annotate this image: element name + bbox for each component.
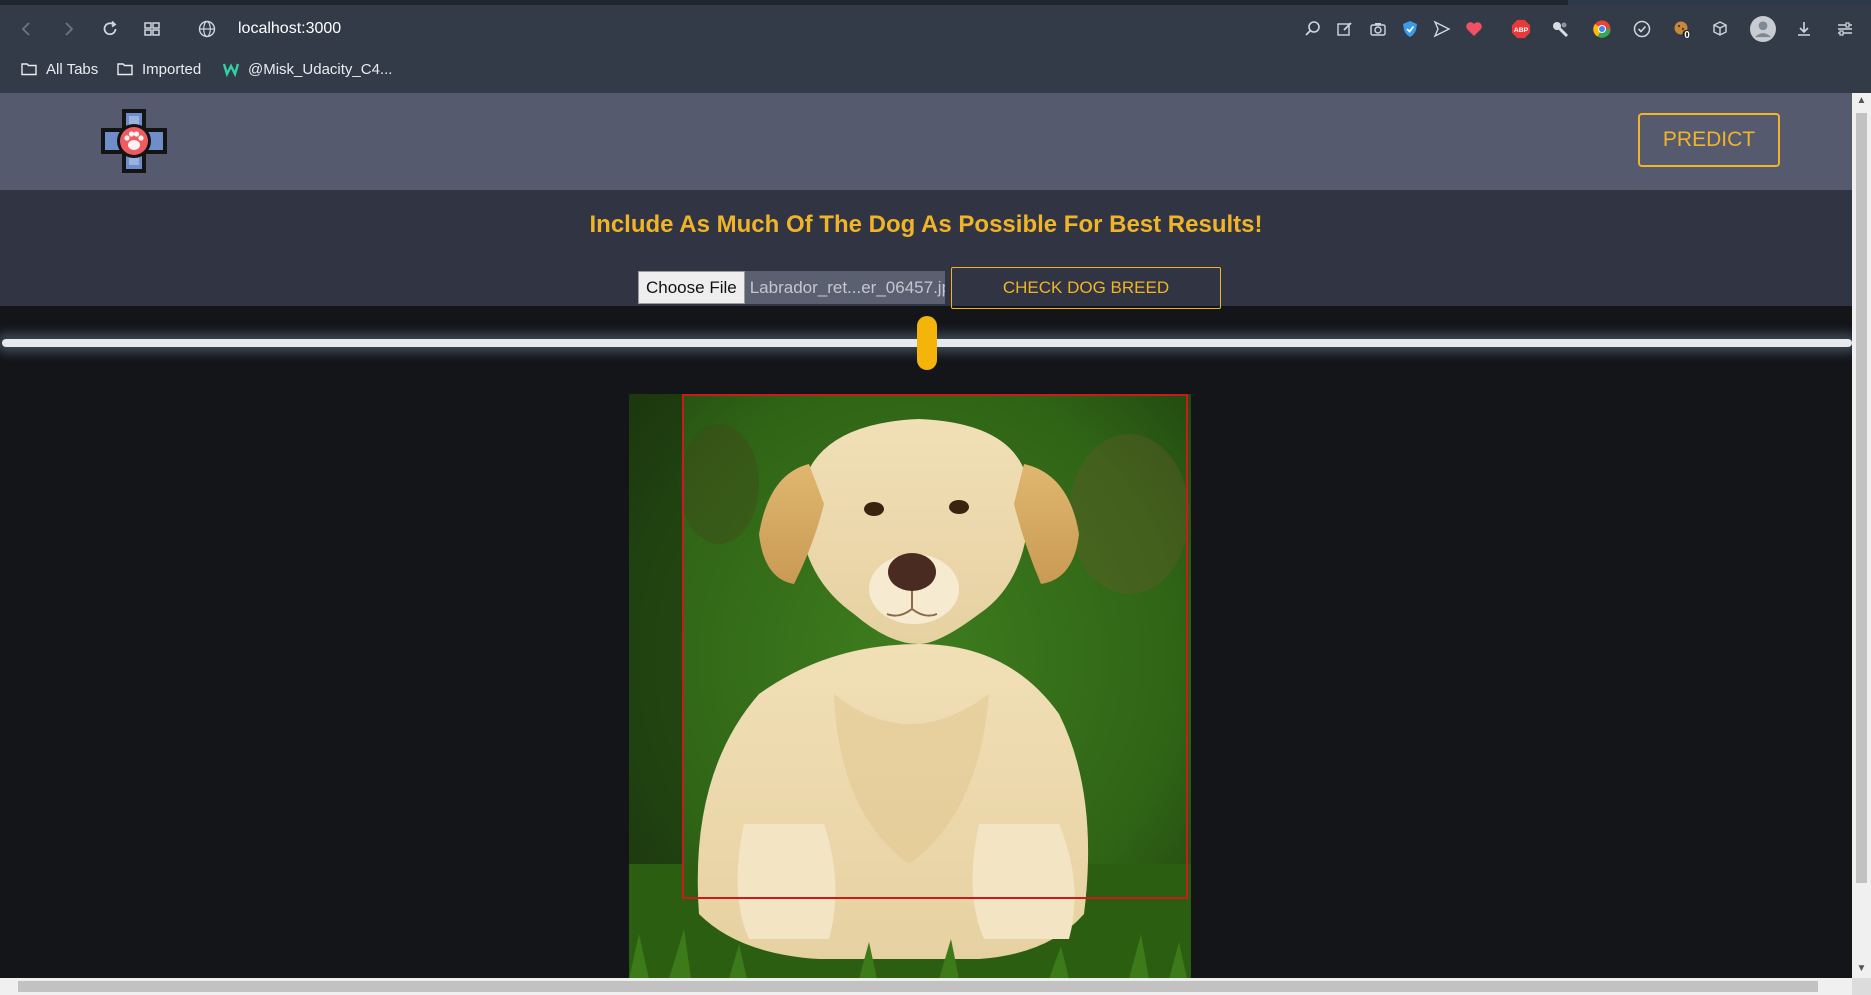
tools-icon[interactable]	[1548, 17, 1572, 41]
bookmark-label: Imported	[142, 60, 202, 78]
crop-slider-handle[interactable]	[917, 316, 937, 370]
page-headline: Include As Much Of The Dog As Possible F…	[589, 211, 1263, 238]
scroll-down-icon[interactable]: ▼	[1856, 963, 1867, 975]
adblock-icon[interactable]: ABP	[1509, 17, 1533, 41]
choose-file-button[interactable]: Choose File	[638, 271, 745, 304]
vertical-scroll-thumb[interactable]	[1856, 113, 1867, 883]
globe-icon	[198, 20, 216, 38]
active-tab[interactable]	[1568, 0, 1871, 5]
chrome-icon[interactable]	[1590, 17, 1614, 41]
folder-icon	[117, 63, 133, 76]
check-circle-icon[interactable]	[1630, 17, 1654, 41]
forward-icon[interactable]	[55, 16, 81, 42]
scrollbar-corner	[1852, 978, 1871, 995]
send-icon[interactable]	[1430, 17, 1454, 41]
profile-avatar-icon[interactable]	[1749, 15, 1777, 43]
bookmark-label: @Misk_Udacity_C4...	[248, 60, 393, 78]
file-upload-input[interactable]: Choose File Labrador_ret...er_06457.jpg	[638, 271, 946, 304]
edit-icon[interactable]	[1333, 17, 1357, 41]
page-viewport: PREDICT Include As Much Of The Dog As Po…	[0, 93, 1852, 978]
tab-grid-icon[interactable]	[139, 16, 165, 42]
bookmarks-bar: All Tabs Imported @Misk_Udacity_C4...	[0, 58, 1871, 84]
udacity-icon	[222, 63, 240, 78]
address-bar-url[interactable]: localhost:3000	[238, 20, 341, 38]
predict-button[interactable]: PREDICT	[1638, 113, 1780, 167]
bookmark-imported[interactable]: Imported	[116, 60, 201, 78]
horizontal-scrollbar[interactable]	[0, 978, 1852, 995]
svg-text:ABP: ABP	[1514, 27, 1529, 34]
shield-check-icon[interactable]	[1398, 17, 1422, 41]
heart-icon[interactable]	[1462, 17, 1486, 41]
zoom-search-icon[interactable]	[1301, 17, 1325, 41]
camera-icon[interactable]	[1366, 17, 1390, 41]
cube-icon[interactable]	[1708, 17, 1732, 41]
paw-medical-cross-icon[interactable]	[99, 107, 169, 175]
check-dog-breed-button[interactable]: CHECK DOG BREED	[951, 267, 1221, 309]
selected-file-name: Labrador_ret...er_06457.jpg	[744, 271, 945, 304]
reload-icon[interactable]	[97, 16, 123, 42]
bookmark-label: All Tabs	[46, 60, 99, 78]
browser-chrome: localhost:3000 ABP 0 All Tabs Imported @…	[0, 0, 1871, 93]
back-icon[interactable]	[14, 16, 40, 42]
settings-sliders-icon[interactable]	[1833, 17, 1857, 41]
app-header: PREDICT	[0, 93, 1852, 190]
crop-selection-box[interactable]	[682, 394, 1188, 899]
bookmark-all-tabs[interactable]: All Tabs	[20, 60, 98, 78]
download-icon[interactable]	[1792, 17, 1816, 41]
tab-strip	[0, 0, 1871, 5]
folder-icon	[21, 63, 37, 76]
bookmark-misk-udacity[interactable]: @Misk_Udacity_C4...	[222, 60, 392, 78]
horizontal-scroll-thumb[interactable]	[18, 981, 1818, 992]
scroll-up-icon[interactable]: ▲	[1856, 95, 1867, 107]
extension-badge-count: 0	[1684, 29, 1690, 41]
vertical-scrollbar[interactable]: ▲ ▼	[1852, 93, 1871, 978]
